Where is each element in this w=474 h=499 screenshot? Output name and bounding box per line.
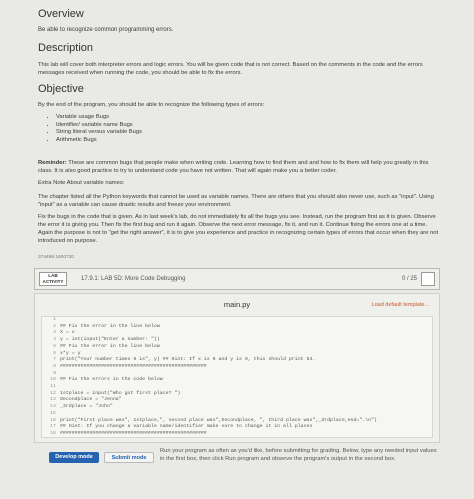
chapter-note: The chapter listed all the Python keywor… — [38, 194, 434, 208]
content-id: 374498.1600730 — [38, 255, 75, 260]
submit-mode-button[interactable]: Submit mode — [104, 452, 154, 463]
bug-type-item: String literal versus variable Bugs — [56, 129, 142, 137]
line-number: 18 — [50, 430, 56, 436]
reminder-label: Reminder: — [38, 160, 67, 166]
code-line[interactable]: 5 ## Fix the error in the line below — [42, 344, 432, 351]
code-line[interactable]: 1 — [42, 317, 432, 324]
description-heading: Description — [38, 42, 94, 54]
lab-title: 17.9.1: LAB 5D: More Code Debugging — [81, 276, 186, 282]
objective-heading: Objective — [38, 83, 84, 95]
run-instructions: Run your program as often as you'd like,… — [160, 448, 437, 462]
bug-type-item: Identifier/ variable name Bugs — [56, 122, 142, 130]
line-number: 11 — [50, 384, 56, 390]
code-editor-panel: main.py Load default template... 1 2 ## Fi… — [34, 293, 440, 443]
code-text: _3rdplace = "John" — [60, 404, 113, 410]
load-default-template-link[interactable]: Load default template... — [372, 302, 429, 308]
code-editor[interactable]: 1 2 ## Fix the error in the line below 3 X =… — [41, 316, 433, 438]
objective-intro: By the end of the program, you should be… — [38, 102, 265, 108]
fix-instructions: Fix the bugs in the code that is given. … — [38, 214, 439, 244]
code-line[interactable]: 18 ######################################… — [42, 430, 432, 437]
code-text: ## Fix the errors in the code below — [60, 377, 163, 383]
lab-activity-badge: LAB ACTIVITY — [39, 272, 67, 286]
code-line[interactable]: 4 y = int(input("Enter a number: ")) — [42, 337, 432, 344]
line-number: 15 — [50, 410, 56, 416]
extra-note: Extra Note About variable names: — [38, 180, 125, 186]
line-number: 2 — [53, 323, 56, 329]
overview-goal: Be able to recognize common programming … — [38, 27, 174, 33]
lab-page: Overview Be able to recognize common pro… — [0, 0, 474, 499]
badge-line: ACTIVITY — [42, 278, 64, 284]
line-number: 5 — [53, 343, 56, 349]
line-number: 7 — [53, 357, 56, 363]
code-line[interactable]: 8 #######################################… — [42, 364, 432, 371]
line-number: 8 — [53, 363, 56, 369]
reminder-text: These are common bugs that people make w… — [38, 160, 429, 174]
reminder-paragraph: Reminder: These are common bugs that peo… — [38, 159, 443, 175]
description-text: This lab will cover both interpreter err… — [38, 62, 423, 76]
line-number: 14 — [50, 404, 56, 410]
lab-score: 0 / 25 — [401, 276, 417, 282]
code-text: ########################################… — [60, 363, 207, 369]
code-line[interactable]: 15 — [42, 411, 432, 418]
lab-activity-header: LAB ACTIVITY 17.9.1: LAB 5D: More Code D… — [34, 268, 440, 290]
line-number: 1 — [53, 317, 56, 322]
code-line[interactable]: 7 print("Your number times 6 is", y) ## H… — [42, 357, 432, 364]
line-number: 4 — [53, 337, 56, 343]
overview-heading: Overview — [38, 8, 84, 20]
code-text: ## Hint: If you change a variable name/i… — [60, 424, 313, 430]
develop-mode-button[interactable]: Develop mode — [49, 452, 99, 463]
code-line[interactable]: 17 ## Hint: If you change a variable name… — [42, 424, 432, 431]
code-text: y = int(input("Enter a number: ")) — [60, 337, 160, 343]
code-text: print("Your number times 6 is", y) ## Hi… — [60, 357, 316, 363]
code-line[interactable]: 2 ## Fix the error in the line below — [42, 324, 432, 331]
line-number: 17 — [50, 424, 56, 430]
bug-type-list: Variable usage Bugs Identifier/ variable… — [46, 114, 142, 144]
code-text: ########################################… — [60, 430, 207, 436]
code-line[interactable]: 14 _3rdplace = "John" — [42, 404, 432, 411]
bug-type-item: Arithmetic Bugs — [56, 137, 142, 145]
code-line[interactable]: 10 ## Fix the errors in the code below — [42, 377, 432, 384]
completion-box-icon — [421, 272, 435, 286]
code-line[interactable]: 11 — [42, 384, 432, 391]
line-number: 3 — [53, 330, 56, 336]
line-number: 6 — [53, 350, 56, 356]
code-text: ## Fix the error in the line below — [60, 343, 160, 349]
bug-type-item: Variable usage Bugs — [56, 114, 142, 122]
